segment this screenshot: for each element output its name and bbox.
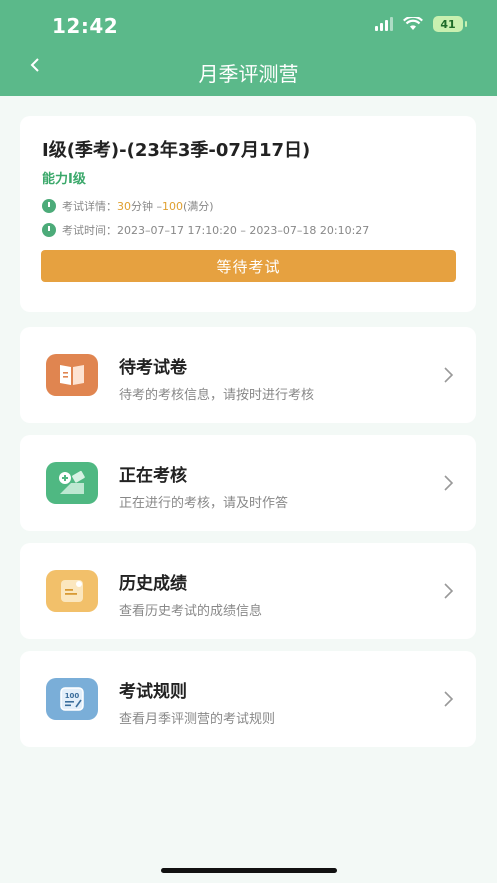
chevron-right-icon [444, 583, 454, 599]
status-icons: 41 [375, 16, 467, 32]
wifi-icon [403, 17, 423, 30]
menu-title: 考试规则 [119, 682, 187, 702]
exam-title: I级(季考)-(23年3季-07月17日) [42, 140, 311, 161]
menu-subtitle: 待考的考核信息，请按时进行考核 [119, 388, 315, 403]
menu-icon-box [46, 354, 98, 396]
stopwatch-icon [42, 223, 56, 237]
menu-item-exam-rules[interactable]: 100 考试规则 查看月季评测营的考试规则 [20, 651, 476, 747]
menu-item-pending-papers[interactable]: 待考试卷 待考的考核信息，请按时进行考核 [20, 327, 476, 423]
clock-icon [42, 199, 56, 213]
book-icon [60, 365, 84, 385]
menu-icon-box [46, 570, 98, 612]
score-sheet-icon [61, 580, 83, 602]
page-title: 月季评测营 [198, 62, 299, 86]
exam-duration: 30 [117, 200, 131, 213]
exam-detail-row: 考试详情：30分钟 –100(满分) [42, 198, 214, 214]
menu-icon-box: 100 [46, 678, 98, 720]
home-indicator[interactable] [161, 868, 337, 873]
menu-item-in-progress[interactable]: 正在考核 正在进行的考核，请及时作答 [20, 435, 476, 531]
chevron-right-icon [444, 691, 454, 707]
status-time: 12:42 [52, 14, 119, 38]
exam-detail-label: 考试详情： [62, 200, 117, 213]
menu-subtitle: 查看历史考试的成绩信息 [119, 604, 263, 619]
exam-time-range: 2023–07–17 17:10:20 – 2023–07–18 20:10:2… [117, 224, 370, 237]
exam-full-score-unit: (满分) [183, 200, 214, 213]
chevron-right-icon [444, 367, 454, 383]
exam-card: I级(季考)-(23年3季-07月17日) 能力I级 考试详情：30分钟 –10… [20, 116, 476, 312]
menu-title: 历史成绩 [119, 574, 187, 594]
menu-title: 正在考核 [119, 466, 187, 486]
chevron-right-icon [444, 475, 454, 491]
rules-icon: 100 [60, 687, 84, 711]
menu-subtitle: 查看月季评测营的考试规则 [119, 712, 276, 727]
exam-tools-icon [59, 470, 85, 494]
menu-icon-box [46, 462, 98, 504]
exam-duration-unit: 分钟 [131, 200, 153, 213]
svg-text:100: 100 [65, 692, 80, 700]
menu-item-history-scores[interactable]: 历史成绩 查看历史考试的成绩信息 [20, 543, 476, 639]
menu-title: 待考试卷 [119, 358, 187, 378]
exam-separator: – [153, 200, 162, 213]
exam-level: 能力I级 [42, 172, 86, 187]
battery-icon: 41 [433, 16, 467, 32]
battery-level: 41 [440, 17, 456, 31]
exam-full-score: 100 [162, 200, 183, 213]
wait-exam-button[interactable]: 等待考试 [41, 250, 456, 282]
menu-subtitle: 正在进行的考核，请及时作答 [119, 496, 289, 511]
cellular-signal-icon [375, 17, 393, 31]
app-header: 12:42 41 月季评测营 [0, 0, 497, 96]
exam-time-label: 考试时间： [62, 224, 117, 237]
exam-time-row: 考试时间：2023–07–17 17:10:20 – 2023–07–18 20… [42, 222, 369, 238]
